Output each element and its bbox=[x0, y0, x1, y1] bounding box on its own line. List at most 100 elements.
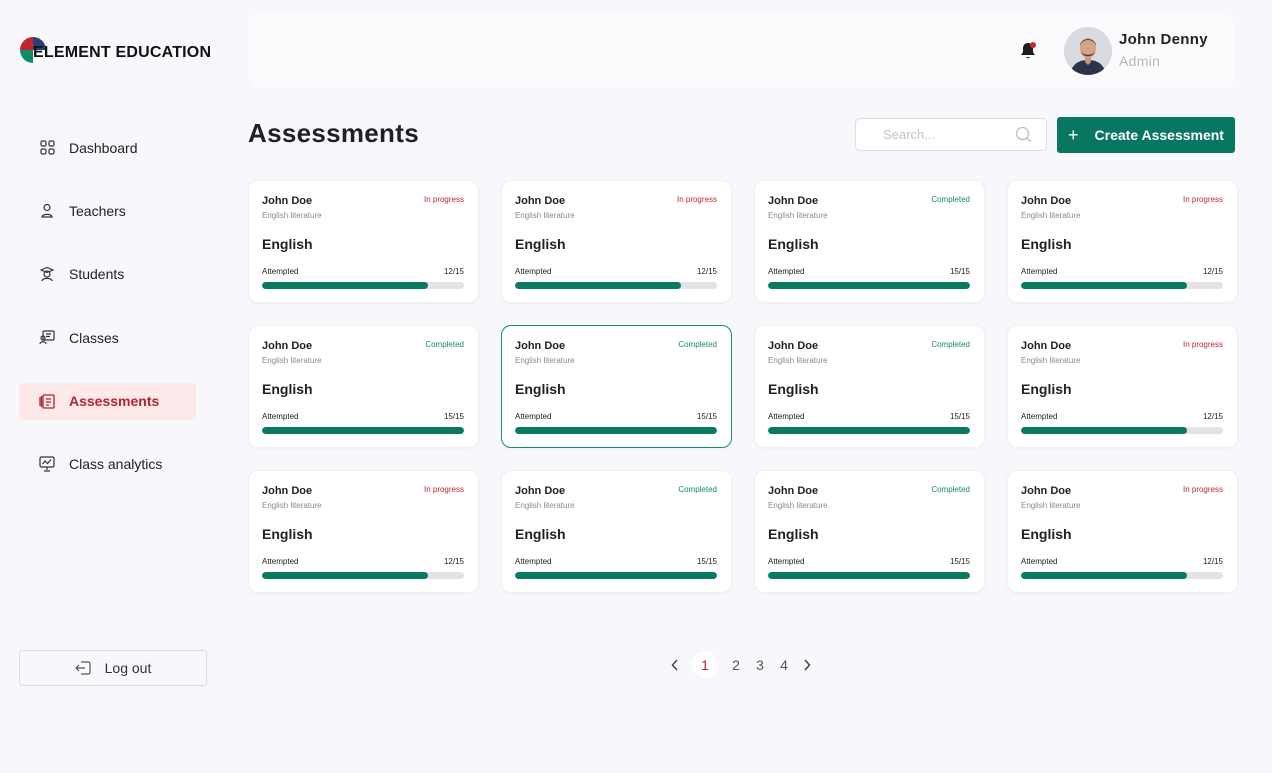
progress-fill bbox=[1021, 282, 1187, 289]
create-assessment-label: Create Assessment bbox=[1094, 127, 1224, 143]
progress-fill bbox=[1021, 427, 1187, 434]
search-input[interactable] bbox=[883, 127, 1003, 142]
assessment-card[interactable]: John Doe English literature Completed Engli… bbox=[754, 325, 985, 448]
page-4[interactable]: 4 bbox=[772, 657, 796, 673]
progress-bar bbox=[1021, 427, 1223, 434]
sidebar-item-label: Dashboard bbox=[69, 139, 138, 156]
subject-title: English bbox=[515, 236, 566, 252]
assessment-card[interactable]: John Doe English literature Completed Engli… bbox=[501, 325, 732, 448]
assessment-card[interactable]: John Doe English literature In progress Eng… bbox=[1007, 470, 1238, 593]
progress-bar bbox=[515, 572, 717, 579]
page-2[interactable]: 2 bbox=[724, 657, 748, 673]
progress-bar bbox=[768, 572, 970, 579]
sidebar-item-class-analytics[interactable]: Class analytics bbox=[19, 446, 196, 483]
progress-fill bbox=[768, 282, 970, 289]
sidebar-item-dashboard[interactable]: Dashboard bbox=[19, 129, 196, 166]
assessment-card[interactable]: John Doe English literature Completed Engli… bbox=[754, 180, 985, 303]
logout-button[interactable]: Log out bbox=[19, 650, 207, 686]
status-badge: In progress bbox=[676, 195, 717, 204]
page-3[interactable]: 3 bbox=[748, 657, 772, 673]
sidebar-nav: Dashboard Teachers Students Classes Asse… bbox=[19, 129, 196, 509]
user-icon bbox=[39, 203, 55, 219]
student-name: John Doe bbox=[768, 340, 819, 352]
student-name: John Doe bbox=[515, 195, 566, 207]
brand-logo[interactable]: ELEMENT EDUCATION bbox=[19, 36, 211, 64]
assessment-grid: John Doe English literature In progress Eng… bbox=[248, 180, 1238, 593]
attempted-label: Attempted bbox=[515, 557, 552, 566]
status-badge: Completed bbox=[931, 485, 970, 494]
course-name: English literature bbox=[768, 356, 828, 365]
assessment-card[interactable]: John Doe English literature Completed Engli… bbox=[501, 470, 732, 593]
page-1[interactable]: 1 bbox=[692, 652, 718, 678]
progress-bar bbox=[768, 282, 970, 289]
status-badge: In progress bbox=[1182, 340, 1223, 349]
status-badge: Completed bbox=[678, 485, 717, 494]
assessment-card[interactable]: John Doe English literature In progress Eng… bbox=[501, 180, 732, 303]
score-value: 12/15 bbox=[443, 557, 464, 566]
subject-title: English bbox=[768, 526, 819, 542]
progress-fill bbox=[515, 427, 717, 434]
score-value: 12/15 bbox=[1202, 412, 1223, 421]
top-header: John Denny Admin bbox=[248, 13, 1234, 88]
sidebar-item-classes[interactable]: Classes bbox=[19, 319, 196, 356]
score-value: 12/15 bbox=[1202, 557, 1223, 566]
student-name: John Doe bbox=[262, 485, 313, 497]
student-name: John Doe bbox=[1021, 485, 1072, 497]
status-badge: In progress bbox=[1182, 195, 1223, 204]
score-value: 12/15 bbox=[443, 267, 464, 276]
course-name: English literature bbox=[768, 211, 828, 220]
student-name: John Doe bbox=[262, 195, 313, 207]
grid-icon bbox=[39, 140, 55, 156]
avatar[interactable] bbox=[1064, 27, 1112, 75]
sidebar-item-teachers[interactable]: Teachers bbox=[19, 192, 196, 229]
subject-title: English bbox=[768, 236, 819, 252]
create-assessment-button[interactable]: + Create Assessment bbox=[1057, 117, 1235, 153]
status-badge: Completed bbox=[425, 340, 464, 349]
student-name: John Doe bbox=[262, 340, 313, 352]
attempted-label: Attempted bbox=[262, 412, 299, 421]
attempted-label: Attempted bbox=[768, 267, 805, 276]
course-name: English literature bbox=[515, 356, 575, 365]
student-name: John Doe bbox=[768, 195, 819, 207]
score-value: 15/15 bbox=[696, 412, 717, 421]
notification-bell-icon[interactable] bbox=[1019, 41, 1037, 61]
plus-icon: + bbox=[1068, 125, 1079, 145]
assessment-card[interactable]: John Doe English literature In progress Eng… bbox=[1007, 180, 1238, 303]
subject-title: English bbox=[515, 526, 566, 542]
attempted-label: Attempted bbox=[1021, 412, 1058, 421]
course-name: English literature bbox=[1021, 211, 1081, 220]
logout-label: Log out bbox=[104, 660, 152, 676]
score-value: 12/15 bbox=[696, 267, 717, 276]
search-box bbox=[855, 118, 1047, 151]
attempted-label: Attempted bbox=[515, 267, 552, 276]
score-value: 15/15 bbox=[696, 557, 717, 566]
student-name: John Doe bbox=[1021, 195, 1072, 207]
status-badge: Completed bbox=[931, 195, 970, 204]
course-name: English literature bbox=[262, 356, 322, 365]
assessment-card[interactable]: John Doe English literature Completed Engli… bbox=[248, 325, 479, 448]
status-badge: Completed bbox=[678, 340, 717, 349]
search-icon[interactable] bbox=[1015, 126, 1032, 148]
status-badge: In progress bbox=[423, 485, 464, 494]
chevron-left-icon[interactable] bbox=[664, 652, 686, 678]
sidebar-item-assessments[interactable]: Assessments bbox=[19, 382, 196, 420]
progress-fill bbox=[262, 282, 428, 289]
assessment-card[interactable]: John Doe English literature In progress Eng… bbox=[1007, 325, 1238, 448]
classroom-icon bbox=[39, 330, 55, 346]
student-name: John Doe bbox=[1021, 340, 1072, 352]
status-badge: In progress bbox=[423, 195, 464, 204]
page-title: Assessments bbox=[248, 118, 419, 148]
assessment-card[interactable]: John Doe English literature In progress Eng… bbox=[248, 470, 479, 593]
assessment-card[interactable]: John Doe English literature In progress Eng… bbox=[248, 180, 479, 303]
chevron-right-icon[interactable] bbox=[796, 652, 818, 678]
sidebar-item-students[interactable]: Students bbox=[19, 256, 196, 293]
score-value: 15/15 bbox=[949, 412, 970, 421]
progress-fill bbox=[515, 572, 717, 579]
user-name: John Denny bbox=[1119, 31, 1208, 48]
status-badge: Completed bbox=[931, 340, 970, 349]
status-badge: In progress bbox=[1182, 485, 1223, 494]
progress-bar bbox=[262, 282, 464, 289]
assessment-card[interactable]: John Doe English literature Completed Engli… bbox=[754, 470, 985, 593]
progress-fill bbox=[515, 282, 681, 289]
progress-fill bbox=[262, 427, 464, 434]
